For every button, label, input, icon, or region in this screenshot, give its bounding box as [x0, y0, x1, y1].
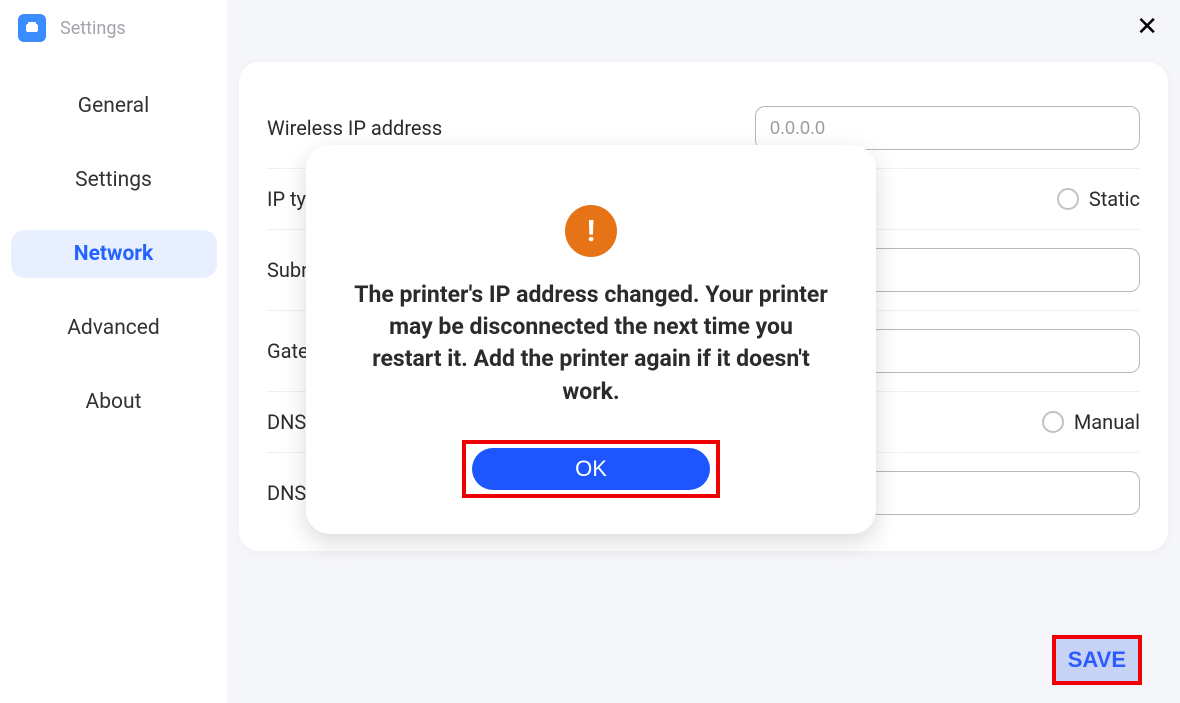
- ok-button[interactable]: OK: [472, 448, 710, 490]
- sidebar: Settings General Settings Network Advanc…: [0, 0, 227, 703]
- page-title: Settings: [60, 18, 126, 39]
- alert-dialog: ! The printer's IP address changed. Your…: [306, 145, 876, 534]
- radio-label: Manual: [1074, 410, 1140, 434]
- sidebar-item-label: About: [86, 390, 142, 414]
- sidebar-item-advanced[interactable]: Advanced: [11, 304, 217, 352]
- save-button-highlight: SAVE: [1056, 639, 1138, 681]
- sidebar-header: Settings: [0, 14, 227, 70]
- sidebar-item-label: General: [78, 94, 149, 118]
- sidebar-item-label: Network: [74, 242, 153, 266]
- alert-message: The printer's IP address changed. Your p…: [346, 279, 836, 408]
- radio-icon: [1042, 411, 1064, 433]
- radio-manual[interactable]: Manual: [1042, 410, 1140, 434]
- save-button[interactable]: SAVE: [1056, 639, 1138, 681]
- close-icon[interactable]: ✕: [1136, 12, 1158, 42]
- alert-icon: !: [565, 205, 617, 257]
- sidebar-item-general[interactable]: General: [11, 82, 217, 130]
- sidebar-item-network[interactable]: Network: [11, 230, 217, 278]
- radio-static[interactable]: Static: [1057, 187, 1140, 211]
- sidebar-item-settings[interactable]: Settings: [11, 156, 217, 204]
- ok-button-highlight: OK: [466, 444, 716, 494]
- sidebar-nav: General Settings Network Advanced About: [0, 70, 227, 426]
- app-icon: [18, 14, 46, 42]
- input-wireless-ip[interactable]: [755, 106, 1140, 150]
- sidebar-item-about[interactable]: About: [11, 378, 217, 426]
- label-wireless-ip: Wireless IP address: [267, 116, 442, 140]
- radio-label: Static: [1089, 187, 1140, 211]
- radio-icon: [1057, 188, 1079, 210]
- sidebar-item-label: Advanced: [67, 316, 160, 340]
- sidebar-item-label: Settings: [75, 168, 152, 192]
